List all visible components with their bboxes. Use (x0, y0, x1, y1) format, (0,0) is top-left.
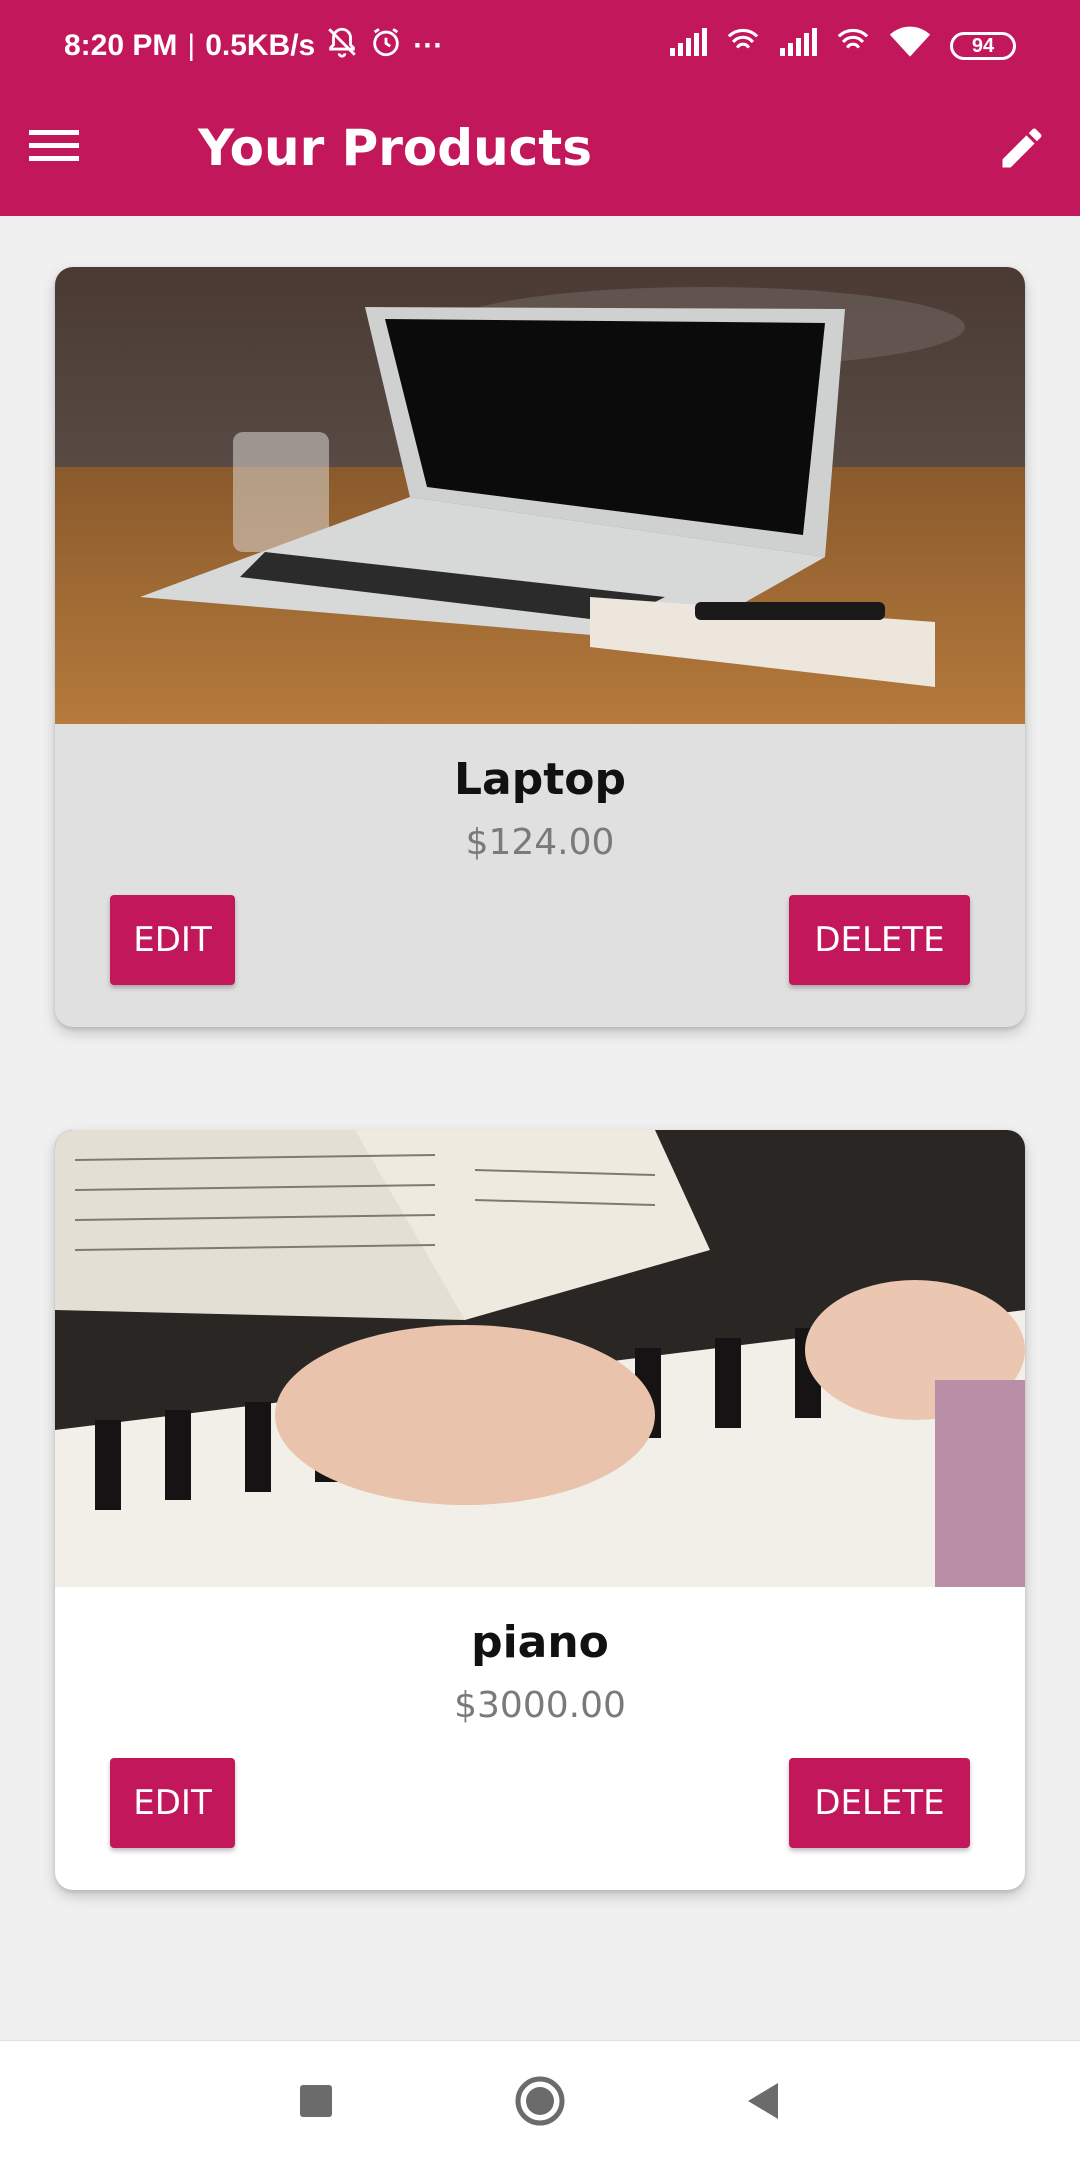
pencil-icon[interactable] (990, 116, 1054, 180)
delete-button[interactable]: DELETE (789, 895, 970, 985)
system-nav-bar (0, 2040, 1080, 2161)
signal-icon (778, 28, 818, 64)
edit-button[interactable]: EDIT (110, 895, 235, 985)
app-bar: 8:20 PM | 0.5KB/s ··· 94 Your Products (0, 0, 1080, 216)
nav-home-icon[interactable] (512, 2073, 568, 2129)
product-image (55, 267, 1025, 724)
product-price: $124.00 (465, 822, 615, 863)
wifi-icon (888, 25, 932, 67)
product-card[interactable]: piano $3000.00 EDIT DELETE (55, 1130, 1025, 1890)
status-separator: | (187, 29, 196, 62)
status-bar: 8:20 PM | 0.5KB/s ··· 94 (0, 0, 1080, 92)
status-time: 8:20 PM (64, 29, 178, 62)
menu-icon[interactable] (26, 118, 82, 174)
wifi-calling-icon (836, 27, 870, 65)
edit-button[interactable]: EDIT (110, 1758, 235, 1848)
bell-off-icon (325, 25, 359, 67)
product-card[interactable]: Laptop $124.00 EDIT DELETE (55, 267, 1025, 1027)
product-price: $3000.00 (454, 1685, 626, 1726)
delete-button[interactable]: DELETE (789, 1758, 970, 1848)
nav-back-icon[interactable] (736, 2073, 792, 2129)
product-image (55, 1130, 1025, 1587)
product-name: Laptop (454, 754, 626, 805)
alarm-icon (369, 25, 403, 67)
product-name: piano (471, 1617, 609, 1668)
page-title: Your Products (198, 119, 592, 177)
battery-icon: 94 (950, 32, 1016, 60)
signal-icon (668, 28, 708, 64)
nav-recents-icon[interactable] (288, 2073, 344, 2129)
toolbar: Your Products (0, 92, 1080, 216)
more-notifications-icon: ··· (413, 29, 444, 62)
wifi-calling-icon (726, 27, 760, 65)
product-info: piano $3000.00 EDIT DELETE (55, 1587, 1025, 1890)
status-speed: 0.5KB/s (205, 29, 316, 62)
product-info: Laptop $124.00 EDIT DELETE (55, 724, 1025, 1027)
battery-level: 94 (971, 35, 995, 57)
